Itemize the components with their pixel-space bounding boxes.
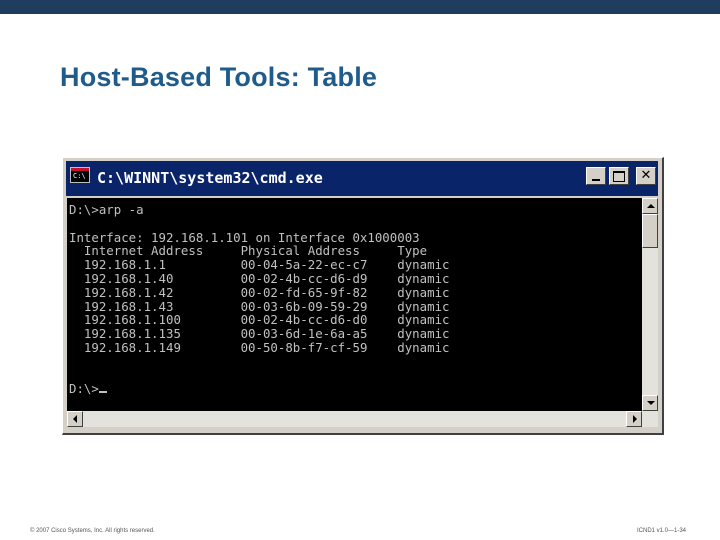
- table-row: 192.168.1.1 00-04-5a-22-ec-c7 dynamic: [69, 257, 450, 273]
- table-cell: dynamic: [397, 270, 450, 286]
- command-line: D:\>arp -a: [69, 202, 144, 217]
- table-cell: dynamic: [397, 284, 450, 300]
- copyright-footer: © 2007 Cisco Systems, Inc. All rights re…: [30, 528, 155, 534]
- close-button[interactable]: ✕: [636, 167, 656, 185]
- arrow-left-icon: [73, 415, 77, 423]
- cmd-icon[interactable]: [70, 167, 90, 183]
- text-cursor: [98, 391, 107, 394]
- table-cell: dynamic: [397, 326, 450, 342]
- table-cell: 00-02-fd-65-9f-82: [240, 284, 368, 300]
- scroll-right-button[interactable]: [626, 411, 642, 427]
- window-titlebar[interactable]: C:\WINNT\system32\cmd.exe ✕: [66, 161, 658, 196]
- arrow-up-icon: [647, 204, 655, 208]
- table-cell: 192.168.1.149: [83, 339, 181, 355]
- maximize-button[interactable]: [609, 167, 629, 185]
- table-cell: 192.168.1.43: [83, 298, 174, 314]
- table-row: 192.168.1.135 00-03-6d-1e-6a-a5 dynamic: [69, 326, 450, 342]
- table-row: 192.168.1.43 00-03-6b-09-59-29 dynamic: [69, 298, 450, 314]
- table-row: 192.168.1.40 00-02-4b-cc-d6-d9 dynamic: [69, 270, 450, 286]
- console-output[interactable]: D:\>arp -a Interface: 192.168.1.101 on I…: [67, 198, 642, 411]
- table-cell: dynamic: [397, 339, 450, 355]
- table-cell: 00-03-6b-09-59-29: [240, 298, 368, 314]
- arrow-down-icon: [647, 401, 655, 405]
- column-header: Type: [397, 243, 428, 259]
- scroll-left-button[interactable]: [67, 411, 83, 427]
- horizontal-scrollbar[interactable]: [67, 411, 658, 427]
- minimize-button[interactable]: [586, 167, 606, 185]
- close-icon: ✕: [640, 168, 652, 183]
- cmd-window[interactable]: C:\WINNT\system32\cmd.exe ✕ D:\>arp -a I…: [62, 157, 664, 435]
- table-cell: 192.168.1.1: [83, 257, 166, 273]
- table-cell: 192.168.1.40: [83, 270, 174, 286]
- arp-table: Internet Address Physical Address Type 1…: [69, 243, 450, 355]
- table-cell: 00-02-4b-cc-d6-d0: [240, 312, 368, 328]
- table-cell: 00-04-5a-22-ec-c7: [240, 257, 368, 273]
- slide-number: ICND1 v1.0—1-34: [637, 528, 687, 534]
- minimize-icon: [592, 179, 600, 181]
- table-cell: 192.168.1.135: [83, 326, 181, 342]
- column-header: Internet Address: [83, 243, 204, 259]
- table-cell: dynamic: [397, 312, 450, 328]
- table-row: 192.168.1.149 00-50-8b-f7-cf-59 dynamic: [69, 339, 450, 355]
- final-prompt: D:\>: [69, 381, 99, 397]
- table-cell: 00-03-6d-1e-6a-a5: [240, 326, 368, 342]
- scroll-down-button[interactable]: [642, 395, 658, 411]
- scroll-up-button[interactable]: [642, 198, 658, 214]
- table-row: 192.168.1.42 00-02-fd-65-9f-82 dynamic: [69, 284, 450, 300]
- table-row: 192.168.1.100 00-02-4b-cc-d6-d0 dynamic: [69, 312, 450, 328]
- arp-header: Internet Address Physical Address Type: [69, 243, 427, 258]
- arrow-right-icon: [633, 415, 637, 423]
- vertical-scroll-thumb[interactable]: [642, 214, 658, 248]
- vertical-scrollbar[interactable]: [642, 198, 658, 411]
- top-bar: [0, 0, 720, 14]
- interface-line: Interface: 192.168.1.101 on Interface 0x…: [69, 229, 420, 245]
- table-cell: 00-02-4b-cc-d6-d9: [240, 270, 368, 286]
- table-cell: 192.168.1.100: [83, 312, 181, 328]
- maximize-icon: [613, 171, 625, 182]
- console-text: D:\>arp -a Interface: 192.168.1.101 on I…: [67, 198, 642, 396]
- window-title: C:\WINNT\system32\cmd.exe: [97, 169, 323, 187]
- table-cell: dynamic: [397, 257, 450, 273]
- table-cell: dynamic: [397, 298, 450, 314]
- table-cell: 192.168.1.42: [83, 284, 174, 300]
- column-header: Physical Address: [240, 243, 360, 259]
- table-cell: 00-50-8b-f7-cf-59: [240, 339, 368, 355]
- slide-title: Host-Based Tools: Table: [60, 62, 378, 92]
